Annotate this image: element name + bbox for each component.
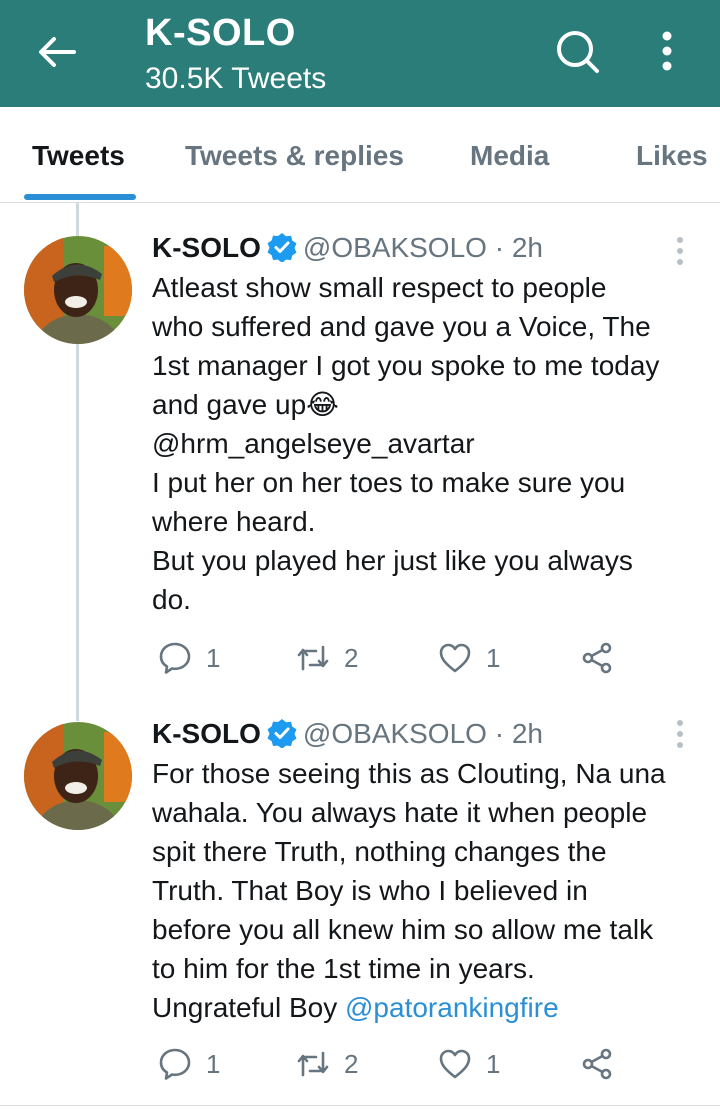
author-name[interactable]: K-SOLO bbox=[152, 718, 261, 749]
separator-dot: · bbox=[494, 718, 505, 749]
search-icon[interactable] bbox=[552, 26, 602, 76]
tweet-menu-icon[interactable] bbox=[668, 717, 692, 751]
tweet-text: For those seeing this as Clouting, Na un… bbox=[152, 754, 712, 1027]
tweet-line: Atleast show small respect to people bbox=[152, 272, 607, 303]
tab-likes[interactable]: Likes bbox=[636, 140, 708, 172]
tab-tweets-and-replies[interactable]: Tweets & replies bbox=[185, 140, 404, 172]
more-options-icon[interactable] bbox=[650, 26, 684, 76]
tweet-line: Truth. That Boy is who I believed in bbox=[152, 875, 588, 906]
timestamp: 2h bbox=[511, 718, 543, 749]
tweet-line: 1st manager I got you spoke to me today bbox=[152, 350, 660, 381]
tweet-line: to him for the 1st time in years. bbox=[152, 953, 535, 984]
retweet-count: 2 bbox=[344, 1048, 359, 1079]
reply-icon bbox=[159, 1048, 191, 1080]
retweet-button[interactable]: 2 bbox=[296, 1044, 358, 1084]
share-button[interactable] bbox=[580, 1044, 614, 1084]
tweet-line: @hrm_angelseye_avartar bbox=[152, 428, 475, 459]
verified-badge-icon bbox=[267, 718, 297, 749]
reply-icon bbox=[159, 642, 191, 674]
tab-media[interactable]: Media bbox=[470, 140, 549, 172]
author-handle[interactable]: @OBAKSOLO bbox=[303, 232, 487, 263]
tweet-line: before you all knew him so allow me talk bbox=[152, 914, 654, 945]
tweet-line: I put her on her toes to make sure you bbox=[152, 467, 626, 498]
tweet-line: Ungrateful Boy @patorankingfire bbox=[152, 988, 712, 1027]
back-arrow-icon[interactable] bbox=[34, 30, 78, 74]
tweet-menu-icon[interactable] bbox=[668, 234, 692, 268]
retweet-count: 2 bbox=[344, 642, 359, 673]
share-icon bbox=[582, 1048, 612, 1080]
divider bbox=[0, 1105, 720, 1106]
reply-count: 1 bbox=[206, 1048, 221, 1079]
share-button[interactable] bbox=[580, 638, 614, 678]
tweet-line: wahala. You always hate it when people bbox=[152, 797, 648, 828]
separator-dot: · bbox=[494, 232, 505, 263]
profile-name-title: K-SOLO bbox=[145, 12, 296, 54]
mention-link[interactable]: @patorankingfire bbox=[345, 992, 559, 1023]
tweet-line: But you played her just like you always bbox=[152, 545, 633, 576]
tweet-line: who suffered and gave you a Voice, The bbox=[152, 311, 651, 342]
like-button[interactable]: 1 bbox=[438, 1044, 500, 1084]
reply-button[interactable]: 1 bbox=[158, 1044, 220, 1084]
active-tab-indicator bbox=[24, 194, 136, 200]
tweet-text: Atleast show small respect to people who… bbox=[152, 268, 712, 619]
tweet-line: For those seeing this as Clouting, Na un… bbox=[152, 758, 666, 789]
tab-tweets[interactable]: Tweets bbox=[32, 140, 125, 172]
verified-badge-icon bbox=[267, 232, 297, 263]
tweet-header: K-SOLO @OBAKSOLO · 2h bbox=[152, 232, 543, 264]
tweet-line: do. bbox=[152, 584, 191, 615]
reply-button[interactable]: 1 bbox=[158, 638, 220, 678]
like-count: 1 bbox=[486, 642, 501, 673]
author-handle[interactable]: @OBAKSOLO bbox=[303, 718, 487, 749]
like-count: 1 bbox=[486, 1048, 501, 1079]
tweet-header: K-SOLO @OBAKSOLO · 2h bbox=[152, 718, 543, 750]
avatar[interactable] bbox=[24, 236, 132, 344]
app-bar: K-SOLO 30.5K Tweets bbox=[0, 0, 720, 107]
tweet-line: and gave up😂 bbox=[152, 389, 339, 420]
tweet-count: 30.5K Tweets bbox=[145, 62, 327, 95]
avatar[interactable] bbox=[24, 722, 132, 830]
heart-icon bbox=[439, 1049, 471, 1079]
tweet-line: where heard. bbox=[152, 506, 316, 537]
heart-icon bbox=[439, 643, 471, 673]
reply-count: 1 bbox=[206, 642, 221, 673]
share-icon bbox=[582, 642, 612, 674]
author-name[interactable]: K-SOLO bbox=[152, 232, 261, 263]
tweet-actions: 1 2 1 bbox=[152, 638, 622, 678]
tweet-actions: 1 2 1 bbox=[152, 1044, 622, 1084]
tweet-line-text: Ungrateful Boy bbox=[152, 992, 345, 1023]
retweet-icon bbox=[297, 1051, 329, 1077]
profile-tabs: Tweets Tweets & replies Media Likes bbox=[0, 107, 720, 203]
like-button[interactable]: 1 bbox=[438, 638, 500, 678]
tweet-line: spit there Truth, nothing changes the bbox=[152, 836, 607, 867]
retweet-button[interactable]: 2 bbox=[296, 638, 358, 678]
timestamp: 2h bbox=[511, 232, 543, 263]
retweet-icon bbox=[297, 645, 329, 671]
